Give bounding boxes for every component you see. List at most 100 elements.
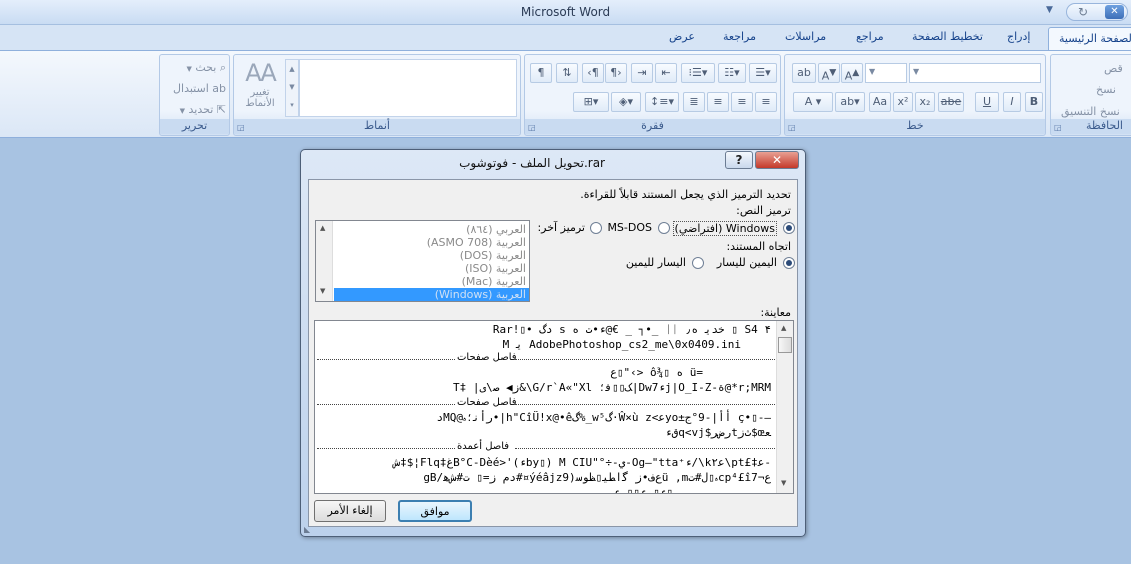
- encoding-list-item[interactable]: العربي (٨٦٤): [334, 223, 529, 236]
- preview-line: ﺵ‡$¦Flq‡ﻍB°C-Dèé>'(ﺀby▯) M CIU"°÷-ﻱ-Og—"…: [393, 456, 771, 469]
- page-break-label: فاصل صفحات: [457, 352, 517, 363]
- text-encoding-label: ترميز النص:: [736, 204, 791, 217]
- font-group: ▼ ▼ A▲ A▼ ab B I U abe x₂ x² Aa ab▾ A ▾ …: [784, 54, 1046, 136]
- increase-indent-icon[interactable]: ⇥: [631, 63, 653, 83]
- ok-button[interactable]: موافق: [398, 500, 472, 522]
- underline-icon[interactable]: U: [975, 92, 999, 112]
- borders-icon[interactable]: ⊞▾: [573, 92, 609, 112]
- superscript-icon[interactable]: x²: [893, 92, 913, 112]
- paragraph-launcher-icon[interactable]: ◲: [528, 123, 536, 132]
- tab-page-layout[interactable]: تخطيط الصفحة: [912, 30, 983, 43]
- bullets-icon[interactable]: ☰▾: [749, 63, 777, 83]
- change-styles-label-1: تغيير: [250, 87, 270, 98]
- tab-home[interactable]: الصفحة الرئيسية: [1048, 27, 1131, 51]
- font-color-icon[interactable]: A ▾: [793, 92, 833, 112]
- find-button[interactable]: ▼ بحث ⌕: [164, 61, 226, 77]
- page-break-line: [317, 404, 455, 405]
- strikethrough-icon[interactable]: abe: [938, 92, 964, 112]
- styles-gallery-scroll[interactable]: ▲ ▼ ▾: [285, 59, 299, 117]
- encoding-list-item-selected[interactable]: العربية (Windows): [334, 288, 529, 301]
- tab-references[interactable]: مراجع: [856, 30, 884, 43]
- ltr-direction-icon[interactable]: ¶›: [605, 63, 627, 83]
- scroll-thumb[interactable]: [778, 337, 792, 353]
- window-title: Microsoft Word: [520, 5, 611, 19]
- sort-icon[interactable]: ⇅: [556, 63, 578, 83]
- column-break-line: [515, 448, 775, 449]
- show-marks-icon[interactable]: ¶: [530, 63, 552, 83]
- replace-button[interactable]: استبدال ab: [164, 82, 226, 98]
- column-break-label: فاصل أعمدة: [457, 441, 510, 452]
- clipboard-launcher-icon[interactable]: ◲: [1054, 123, 1062, 132]
- page-break-line: [515, 404, 775, 405]
- encoding-list-item[interactable]: العربية (ISO): [334, 262, 529, 275]
- tab-view[interactable]: عرض: [669, 30, 695, 43]
- font-name-combo[interactable]: ▼: [909, 63, 1041, 83]
- decrease-indent-icon[interactable]: ⇤: [655, 63, 677, 83]
- undo-icon[interactable]: ↻: [1078, 5, 1088, 19]
- font-size-combo[interactable]: ▼: [865, 63, 907, 83]
- tab-review[interactable]: مراجعة: [723, 30, 756, 43]
- align-left-icon[interactable]: ≡: [707, 92, 729, 112]
- cancel-button[interactable]: إلغاء الأمر: [314, 500, 386, 522]
- copy-button[interactable]: نسخ: [1096, 83, 1116, 96]
- shading-icon[interactable]: ◈▾: [611, 92, 641, 112]
- rtl-direction-icon[interactable]: ‹¶: [582, 63, 604, 83]
- justify-icon[interactable]: ≣: [683, 92, 705, 112]
- encoding-msdos-label: MS-DOS: [607, 221, 652, 234]
- dialog-help-button[interactable]: ?: [725, 151, 753, 169]
- scroll-down-icon[interactable]: ▼: [320, 287, 325, 295]
- qat-dropdown-icon[interactable]: ▼: [1046, 5, 1053, 15]
- styles-launcher-icon[interactable]: ◲: [237, 123, 245, 132]
- chevron-down-icon: ▼: [913, 67, 920, 76]
- clipboard-group: قص نسخ نسخ التنسيق الحافظة ◲: [1050, 54, 1131, 136]
- encoding-list-item[interactable]: العربية (Mac): [334, 275, 529, 288]
- change-case-icon[interactable]: Aa: [869, 92, 891, 112]
- preview-scrollbar[interactable]: ▲ ▼: [776, 321, 793, 493]
- clear-formatting-icon[interactable]: ab: [792, 63, 816, 83]
- format-painter-button[interactable]: نسخ التنسيق: [1061, 105, 1120, 118]
- tab-mailings[interactable]: مراسلات: [785, 30, 826, 43]
- direction-rtl-radio-circle: [783, 257, 795, 269]
- grow-font-icon[interactable]: A▲: [841, 63, 863, 83]
- align-center-icon[interactable]: ≡: [731, 92, 753, 112]
- tab-insert[interactable]: إدراج: [1007, 30, 1030, 43]
- paragraph-group: ☰▾ ☷▾ ⁝☰▾ ⇤ ⇥ ¶› ‹¶ ⇅ ¶ ≡ ≡ ≡ ≣ ↕≡▾ ◈▾ ⊞…: [524, 54, 781, 136]
- highlight-icon[interactable]: ab▾: [835, 92, 865, 112]
- clipboard-group-label: الحافظة: [1051, 119, 1131, 134]
- encoding-list-item[interactable]: العربية (ASMO 708): [334, 236, 529, 249]
- scroll-up-icon[interactable]: ▲: [320, 224, 325, 232]
- encoding-other-radio-circle: [590, 222, 602, 234]
- change-styles-label-2: الأنماط: [245, 98, 275, 109]
- change-styles-button[interactable]: AA تغيير الأنماط: [238, 59, 282, 117]
- page-break-line: [515, 359, 775, 360]
- close-icon[interactable]: ✕: [1105, 5, 1124, 19]
- line-spacing-icon[interactable]: ↕≡▾: [645, 92, 679, 112]
- instruction-text: تحديد الترميز الذي يجعل المستند قابلاً ل…: [580, 188, 791, 201]
- cut-button[interactable]: قص: [1104, 62, 1123, 75]
- scroll-down-icon[interactable]: ▼: [781, 479, 786, 487]
- resize-grip-icon[interactable]: ◣: [304, 525, 310, 534]
- dialog-client-area: تحديد الترميز الذي يجعل المستند قابلاً ل…: [308, 179, 798, 527]
- styles-gallery[interactable]: [299, 59, 517, 117]
- dialog-title: تحويل الملف - فوتوشوب.rar: [459, 156, 605, 170]
- encoding-listbox[interactable]: ▲ ▼ العربي (٨٦٤) العربية (ASMO 708) العر…: [315, 220, 530, 302]
- scroll-up-icon[interactable]: ▲: [781, 324, 786, 332]
- subscript-icon[interactable]: x₂: [915, 92, 935, 112]
- shrink-font-icon[interactable]: A▼: [818, 63, 840, 83]
- preview-pane[interactable]: Rar!▯• دگ s ﺀ•ﺕ ﻩ@€ _ ┐•_ ᛁᛁ ﺧﺪﯾ ﻩ٫ ▯ S4…: [314, 320, 794, 494]
- italic-icon[interactable]: I: [1003, 92, 1021, 112]
- chevron-down-icon: ▼: [869, 67, 876, 76]
- font-launcher-icon[interactable]: ◲: [788, 123, 796, 132]
- multilevel-list-icon[interactable]: ⁝☰▾: [681, 63, 715, 83]
- change-styles-icon: AA: [245, 59, 277, 87]
- encoding-other-label: ترميز آخر:: [537, 221, 585, 234]
- bold-icon[interactable]: B: [1025, 92, 1043, 112]
- page-break-line: [317, 359, 455, 360]
- select-button[interactable]: ▼ تحديد ⇱: [164, 103, 226, 119]
- align-right-icon[interactable]: ≡: [755, 92, 777, 112]
- encoding-list-item[interactable]: العربية (DOS): [334, 249, 529, 262]
- numbering-icon[interactable]: ☷▾: [718, 63, 746, 83]
- encoding-list-scrollbar[interactable]: ▲ ▼: [316, 221, 333, 301]
- replace-label: استبدال: [173, 82, 209, 95]
- dialog-close-button[interactable]: ✕: [755, 151, 799, 169]
